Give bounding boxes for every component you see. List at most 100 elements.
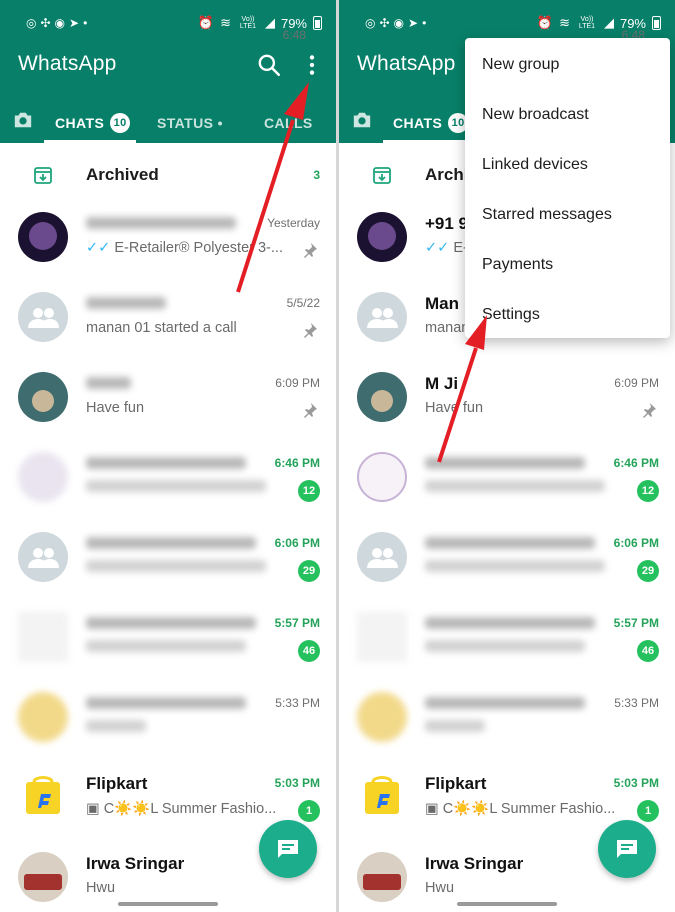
menu-item-linked-devices[interactable]: Linked devices (482, 156, 588, 174)
avatar (18, 692, 68, 742)
contact-name: Flipkart (86, 774, 148, 793)
menu-item-new-group[interactable]: New group (482, 56, 559, 74)
chat-preview-text: C☀️☀️L Summer Fashio... (442, 801, 616, 817)
avatar (357, 452, 407, 502)
avatar (357, 852, 407, 902)
network-label: Vo)) LTE1 (239, 16, 257, 30)
contact-name-blurred (86, 454, 246, 474)
gesture-bar (457, 902, 557, 906)
new-chat-button[interactable] (259, 820, 317, 878)
avatar (18, 852, 68, 902)
group-icon (28, 548, 59, 568)
archive-icon (34, 167, 52, 184)
group-avatar (18, 532, 68, 582)
more-options-icon[interactable] (299, 52, 325, 78)
menu-item-payments[interactable]: Payments (482, 256, 553, 274)
camera-icon[interactable] (12, 110, 34, 130)
flipkart-avatar (18, 772, 68, 822)
contact-name: Man (425, 294, 459, 313)
unread-badge: 46 (298, 640, 320, 662)
chat-preview: Have fun (86, 400, 145, 416)
chat-time: 5:03 PM (274, 776, 320, 790)
archived-label: Archived (86, 165, 159, 184)
menu-item-starred-messages[interactable]: Starred messages (482, 206, 612, 224)
archived-count: 3 (313, 168, 320, 182)
chat-row[interactable]: M Ji 6:09 PM Have fun (339, 362, 675, 442)
status-bar: 6:48 ◎ ✣ ◉ ➤ • ⏰ ≋ Vo)) LTE1 ◢ 79% (357, 14, 661, 42)
notification-icons: ◎ ✣ ◉ ➤ • (26, 16, 87, 30)
chat-preview: ▣ C☀️☀️L Summer Fashio... (425, 800, 625, 817)
contact-name-blurred (86, 374, 131, 394)
notification-icons: ◎ ✣ ◉ ➤ • (365, 16, 426, 30)
tab-chats[interactable]: CHATS 10 (393, 112, 469, 133)
double-check-icon: ✓✓ (425, 240, 450, 256)
chat-preview-blurred (425, 640, 585, 656)
chat-time: 5:33 PM (614, 696, 659, 710)
telegram-icon: ➤ (69, 16, 80, 30)
unread-badge: 1 (637, 800, 659, 822)
chat-row[interactable]: 6:09 PM Have fun (0, 362, 336, 442)
archive-icon (373, 167, 391, 184)
battery-icon (313, 16, 322, 30)
chat-time: 6:06 PM (274, 536, 320, 550)
contact-name: +91 9 (425, 214, 469, 233)
chat-preview: Hwu (425, 880, 455, 896)
app-title: WhatsApp (18, 52, 117, 75)
chat-preview-text: C☀️☀️L Summer Fashio... (103, 801, 277, 817)
menu-item-new-broadcast[interactable]: New broadcast (482, 106, 589, 124)
alarm-icon: ⏰ (197, 15, 215, 30)
network-label: Vo)) LTE1 (578, 16, 596, 30)
chat-row[interactable]: 5:33 PM (0, 682, 336, 762)
active-tab-indicator (383, 140, 475, 143)
unread-badge: 29 (637, 560, 659, 582)
camera-icon[interactable] (351, 110, 373, 130)
search-icon[interactable] (256, 52, 282, 78)
archived-row[interactable]: Archived 3 (0, 150, 336, 200)
chat-row[interactable]: 6:06 PM 29 (339, 522, 675, 602)
chat-preview-blurred (86, 560, 266, 576)
chat-row[interactable]: Yesterday ✓✓ E-Retailer® Polyester 3-... (0, 202, 336, 282)
contact-name-blurred (86, 694, 246, 714)
new-chat-button[interactable] (598, 820, 656, 878)
status-time: 6:48 (282, 28, 306, 42)
image-icon: ▣ (86, 801, 100, 817)
chat-preview: Hwu (86, 880, 116, 896)
notification-icon: ✣ (40, 16, 51, 30)
chat-row[interactable]: 6:06 PM 29 (0, 522, 336, 602)
chat-preview-blurred (425, 560, 605, 576)
overflow-menu: New group New broadcast Linked devices S… (465, 38, 670, 338)
unread-badge: 12 (298, 480, 320, 502)
messenger-icon: ◉ (393, 16, 405, 30)
tab-status[interactable]: STATUS • (157, 115, 223, 131)
contact-name-blurred (425, 614, 595, 634)
contact-name-blurred (425, 534, 595, 554)
unread-badge: 29 (298, 560, 320, 582)
status-bar: 6:48 ◎ ✣ ◉ ➤ • ⏰ ≋ Vo)) LTE1 ◢ 79% (18, 14, 322, 42)
chat-time: 6:46 PM (613, 456, 659, 470)
chat-row[interactable]: 6:46 PM 12 (0, 442, 336, 522)
tab-calls[interactable]: CA LLS (264, 115, 313, 131)
chat-row[interactable]: 6:46 PM 12 (339, 442, 675, 522)
chat-preview: manan 01 started a call (86, 320, 237, 336)
group-avatar (18, 292, 68, 342)
phone-left: 6:48 ◎ ✣ ◉ ➤ • ⏰ ≋ Vo)) LTE1 ◢ 79% Whats (0, 0, 336, 912)
screenshot-composite: 6:48 ◎ ✣ ◉ ➤ • ⏰ ≋ Vo)) LTE1 ◢ 79% Whats (0, 0, 675, 912)
chat-row[interactable]: 5:33 PM (339, 682, 675, 762)
chat-preview: ✓✓ E-Retailer® Polyester 3-... (86, 240, 286, 256)
message-icon (278, 840, 298, 858)
avatar (357, 372, 407, 422)
image-icon: ▣ (425, 801, 439, 817)
chat-row[interactable]: 5:57 PM 46 (339, 602, 675, 682)
chat-row[interactable]: 5/5/22 manan 01 started a call (0, 282, 336, 362)
chat-preview-blurred (425, 720, 485, 736)
unread-badge: 12 (637, 480, 659, 502)
gesture-bar (118, 902, 218, 906)
chat-row[interactable]: 5:57 PM 46 (0, 602, 336, 682)
phone-right: 6:48 ◎ ✣ ◉ ➤ • ⏰ ≋ Vo)) LTE1 ◢ 79% Whats (339, 0, 675, 912)
app-header: 6:48 ◎ ✣ ◉ ➤ • ⏰ ≋ Vo)) LTE1 ◢ 79% Whats (0, 0, 336, 143)
signal-icon: ◢ (603, 15, 614, 30)
dot-icon: • (422, 16, 427, 30)
chat-time: 5:57 PM (274, 616, 320, 630)
menu-item-settings[interactable]: Settings (482, 306, 540, 324)
tab-chats[interactable]: CHATS 10 (55, 112, 131, 133)
